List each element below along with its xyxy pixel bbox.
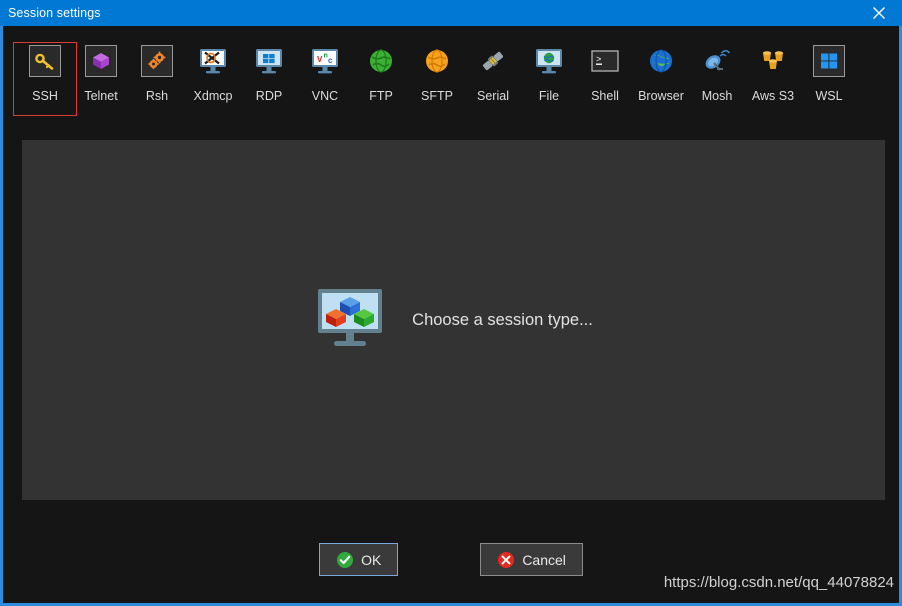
session-type-label: Rsh	[145, 89, 169, 103]
session-type-label: Telnet	[84, 89, 118, 103]
session-type-xdmcp[interactable]: Xdmcp	[185, 42, 241, 116]
watermark-url: https://blog.csdn.net/qq_44078824	[663, 574, 894, 591]
session-type-label: WSL	[815, 89, 843, 103]
session-type-rdp[interactable]: RDP	[241, 42, 297, 116]
panel-placeholder: Choose a session type...	[22, 140, 885, 500]
session-type-label: RDP	[255, 89, 283, 103]
session-type-label: Xdmcp	[193, 89, 233, 103]
ok-button[interactable]: OK	[319, 543, 399, 576]
session-type-label: SSH	[32, 89, 58, 103]
svg-text:c: c	[328, 56, 333, 65]
close-icon	[873, 7, 885, 19]
session-settings-panel: Choose a session type...	[22, 140, 885, 500]
session-type-vnc[interactable]: V n c VNC	[297, 42, 353, 116]
windows-logo-icon	[813, 45, 845, 77]
session-type-file[interactable]: File	[521, 42, 577, 116]
session-type-label: SFTP	[421, 89, 453, 103]
green-check-icon	[337, 551, 354, 568]
session-type-label: Aws S3	[751, 89, 795, 103]
cancel-button-label: Cancel	[522, 551, 566, 568]
titlebar: Session settings	[0, 0, 902, 26]
close-button[interactable]	[856, 0, 902, 26]
svg-text:V: V	[317, 55, 323, 64]
session-type-sftp[interactable]: SFTP	[409, 42, 465, 116]
session-type-label: File	[538, 89, 560, 103]
session-type-ssh[interactable]: SSH	[13, 42, 77, 116]
cancel-button[interactable]: Cancel	[480, 543, 583, 576]
session-type-telnet[interactable]: Telnet	[73, 42, 129, 116]
monitor-cubes-icon	[314, 287, 386, 353]
blue-globe-icon	[645, 45, 677, 77]
windows-monitor-icon	[253, 45, 285, 77]
file-monitor-globe-icon	[533, 45, 565, 77]
session-type-mosh[interactable]: Mosh	[689, 42, 745, 116]
placeholder-label: Choose a session type...	[412, 310, 593, 329]
session-type-serial[interactable]: Serial	[465, 42, 521, 116]
red-cross-icon	[498, 551, 515, 568]
session-type-label: Browser	[638, 89, 684, 103]
key-icon	[29, 45, 61, 77]
session-type-label: Shell	[591, 89, 619, 103]
vnc-monitor-icon: V n c	[309, 45, 341, 77]
session-type-label: FTP	[369, 89, 393, 103]
satellite-dish-icon	[701, 45, 733, 77]
purple-cube-icon	[85, 45, 117, 77]
session-type-wsl[interactable]: WSL	[801, 42, 857, 116]
session-type-shell[interactable]: > Shell	[577, 42, 633, 116]
serial-plug-icon	[477, 45, 509, 77]
orange-gears-icon	[141, 45, 173, 77]
session-type-ftp[interactable]: FTP	[353, 42, 409, 116]
dialog-buttons: OK Cancel	[3, 543, 899, 576]
green-globe-icon	[365, 45, 397, 77]
terminal-prompt-icon: >	[589, 45, 621, 77]
session-type-label: VNC	[311, 89, 339, 103]
session-type-rsh[interactable]: Rsh	[129, 42, 185, 116]
session-type-label: Serial	[477, 89, 509, 103]
session-type-aws-s3[interactable]: Aws S3	[745, 42, 801, 116]
session-type-label: Mosh	[701, 89, 733, 103]
session-type-browser[interactable]: Browser	[633, 42, 689, 116]
aws-buckets-icon	[757, 45, 789, 77]
orange-globe-icon	[421, 45, 453, 77]
session-settings-window: Session settings SSH Telnet Rsh Xdmcp RD…	[0, 0, 902, 606]
ok-button-label: OK	[361, 551, 382, 568]
session-type-toolbar: SSH Telnet Rsh Xdmcp RDP V n c VNC FTP S…	[3, 28, 899, 120]
window-title: Session settings	[8, 6, 101, 20]
x-window-monitor-icon	[197, 45, 229, 77]
